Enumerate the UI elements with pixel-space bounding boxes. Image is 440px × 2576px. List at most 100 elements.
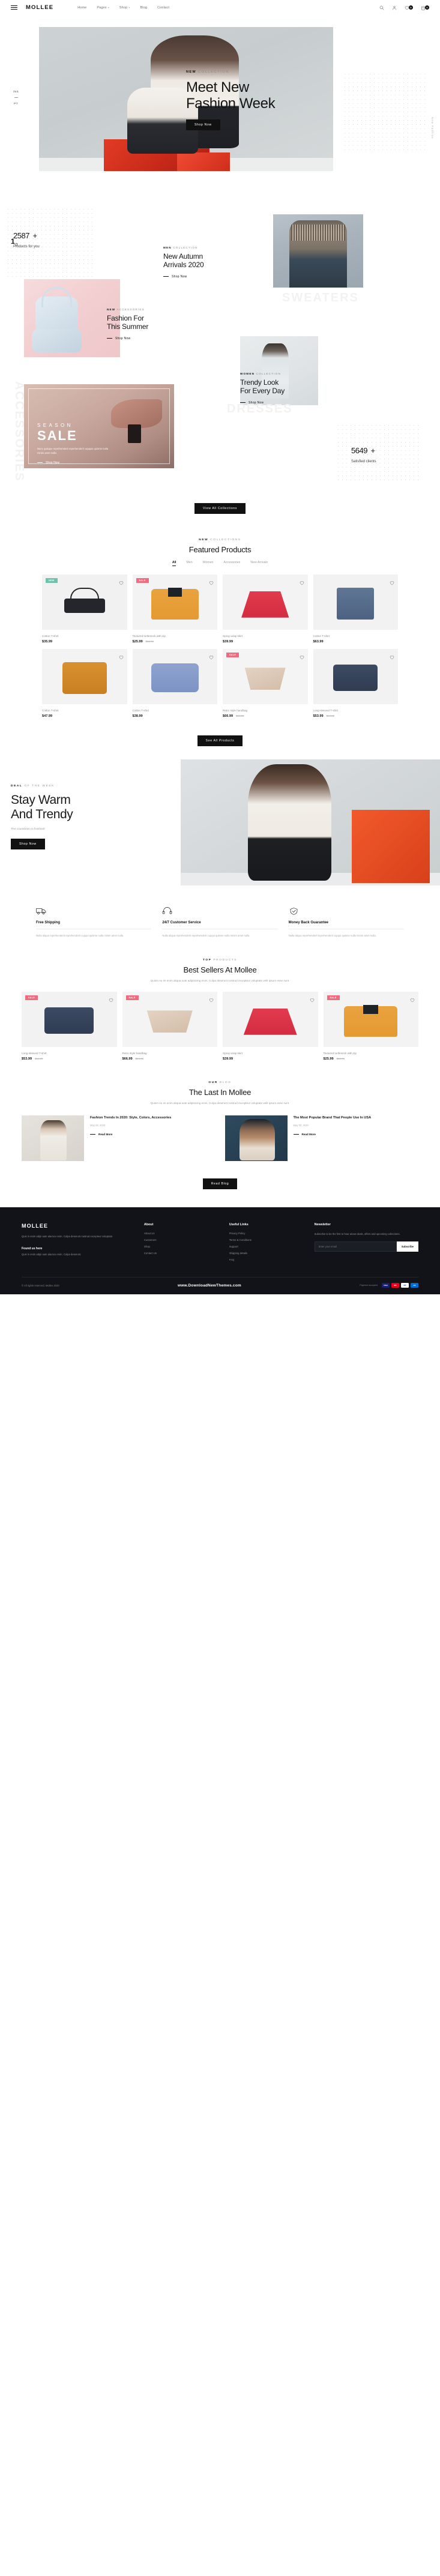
product-name[interactable]: Cotton T-shirt	[42, 635, 127, 638]
footer-link[interactable]: Shop	[144, 1245, 218, 1248]
tab-new-arrivals[interactable]: New Arrivals	[250, 561, 268, 566]
product-thumbnail[interactable]	[313, 575, 398, 630]
footer-link[interactable]: Contact Us	[144, 1252, 218, 1255]
product-name[interactable]: Retro style handbag	[122, 1052, 218, 1055]
product-card[interactable]: SALE Textured turtleneck with zip $25.99 $5…	[132, 575, 218, 644]
product-card[interactable]: Spray wrap skirt $39.99	[223, 992, 318, 1061]
product-name[interactable]: Spray wrap skirt	[223, 635, 308, 638]
blog-desc: Quism eu im enim aliqua aute adipisicing…	[150, 1102, 290, 1105]
product-thumbnail[interactable]: SALE	[323, 992, 418, 1048]
blog-read-more-link[interactable]: Read More	[90, 1133, 171, 1136]
product-thumbnail[interactable]	[313, 649, 398, 704]
product-thumbnail[interactable]	[223, 575, 308, 630]
blog-post-title[interactable]: Fashion Trends In 2020: Style, Colors, A…	[90, 1115, 171, 1120]
tab-all[interactable]: All	[172, 561, 176, 566]
footer-link[interactable]: FAQ	[229, 1258, 304, 1261]
product-name[interactable]: Retro style handbag	[223, 709, 308, 712]
nav-item-home[interactable]: Home	[77, 6, 86, 10]
tab-men[interactable]: Men	[186, 561, 192, 566]
wishlist-heart-icon[interactable]	[300, 652, 304, 660]
nav-item-blog[interactable]: Blog	[140, 6, 148, 10]
blog-post-card[interactable]: Fashion Trends In 2020: Style, Colors, A…	[22, 1115, 215, 1162]
blog-post-title[interactable]: The Most Popular Brand That People Use I…	[294, 1115, 372, 1120]
product-name[interactable]: Textured turtleneck with zip	[133, 635, 218, 638]
product-thumbnail[interactable]: SALE	[132, 575, 217, 630]
footer-logo[interactable]: MOLLEE	[22, 1223, 133, 1229]
footer-link[interactable]: Privacy Policy	[229, 1232, 304, 1235]
product-card[interactable]: NEW Cotton T-shirt $35.99	[42, 575, 127, 644]
wishlist-heart-icon[interactable]	[410, 995, 415, 1003]
wishlist-heart-icon[interactable]	[119, 578, 124, 585]
product-card[interactable]: Spray wrap skirt $39.99	[223, 575, 308, 644]
wishlist-heart-icon[interactable]	[209, 995, 214, 1003]
price-current: $66.99	[122, 1057, 133, 1061]
wishlist-heart-icon[interactable]	[209, 578, 214, 585]
blog-read-more-link[interactable]: Read More	[293, 1133, 372, 1136]
product-name[interactable]: Cotton T-shirt	[133, 709, 218, 712]
season-sale-banner[interactable]: SEASON SALE Nunc quisque reprehenderit r…	[24, 384, 174, 468]
wishlist-heart-icon[interactable]	[310, 995, 315, 1003]
product-thumbnail[interactable]: NEW	[42, 575, 127, 630]
product-name[interactable]: Textured turtleneck with zip	[324, 1052, 419, 1055]
read-blog-button[interactable]: Read Blog	[202, 1178, 238, 1190]
blog-post-card[interactable]: The Most Popular Brand That People Use I…	[225, 1115, 419, 1162]
wishlist-heart-icon[interactable]	[109, 995, 113, 1003]
product-thumbnail[interactable]: SALE	[122, 992, 217, 1048]
nav-item-contact[interactable]: Contact	[157, 6, 169, 10]
product-card[interactable]: SALE Textured turtleneck with zip $25.99 $5…	[323, 992, 419, 1061]
product-name[interactable]: Cotton T-shirt	[313, 635, 399, 638]
nav-item-shop[interactable]: Shop ▾	[119, 6, 130, 10]
footer-link[interactable]: Shipping details	[229, 1252, 304, 1255]
account-icon[interactable]	[392, 5, 397, 10]
product-thumbnail[interactable]	[223, 992, 318, 1048]
wishlist-heart-icon[interactable]	[390, 578, 394, 585]
footer-center-text[interactable]: www.DownloadNewThemes.com	[178, 1283, 241, 1288]
product-thumbnail[interactable]	[42, 649, 127, 704]
product-card[interactable]: Long-sleeved T-shirt $53.99 $64.99	[313, 649, 399, 718]
wishlist-button[interactable]: 0	[405, 5, 413, 10]
category-image-accessories[interactable]	[24, 279, 120, 357]
product-name[interactable]: Cotton T-shirt	[42, 709, 127, 712]
tab-women[interactable]: Women	[203, 561, 214, 566]
hero-social-links: INS PT	[13, 90, 19, 105]
product-card[interactable]: SALE Retro style handbag $66.99 $84.99	[122, 992, 218, 1061]
accessories-shop-now-link[interactable]: Shop Now	[107, 337, 197, 340]
footer-link[interactable]: Terms & Conditions	[229, 1238, 304, 1241]
product-card[interactable]: SALE Retro style handbag $66.99 $84.99	[223, 649, 308, 718]
footer-link[interactable]: Customers	[144, 1238, 218, 1241]
deal-shop-now-button[interactable]: Shop Now	[11, 839, 45, 850]
nav-item-pages[interactable]: Pages ▾	[97, 6, 109, 10]
tab-accessories[interactable]: Accessories	[223, 561, 240, 566]
cart-button[interactable]: 0	[421, 5, 429, 10]
product-name[interactable]: Spray wrap skirt	[223, 1052, 318, 1055]
product-card[interactable]: Cotton T-shirt $38.99	[132, 649, 218, 718]
see-all-products-button[interactable]: See All Products	[197, 735, 243, 746]
category-image-men[interactable]	[273, 214, 363, 288]
wishlist-heart-icon[interactable]	[390, 652, 394, 660]
product-card[interactable]: Cotton T-shirt $63.99	[313, 575, 399, 644]
newsletter-email-input[interactable]	[314, 1241, 397, 1252]
product-thumbnail[interactable]	[132, 649, 217, 704]
wishlist-heart-icon[interactable]	[209, 652, 214, 660]
product-thumbnail[interactable]: SALE	[223, 649, 308, 704]
wishlist-heart-icon[interactable]	[300, 578, 304, 585]
men-shop-now-link[interactable]: Shop Now	[163, 275, 265, 279]
product-card[interactable]: Cotton T-shirt $47.99	[42, 649, 127, 718]
footer-link[interactable]: Support	[229, 1245, 304, 1248]
hero-shop-now-button[interactable]: Shop Now	[186, 119, 220, 131]
product-name[interactable]: Long-sleeved T-shirt	[313, 709, 399, 712]
product-card[interactable]: SALE Long-sleeved T-shirt $53.99 $64.99	[22, 992, 117, 1061]
view-all-collections-button[interactable]: View All Collections	[194, 503, 246, 514]
footer-link[interactable]: About Us	[144, 1232, 218, 1235]
newsletter-subscribe-button[interactable]: Subscribe	[396, 1241, 418, 1252]
social-pinterest-link[interactable]: PT	[14, 102, 18, 105]
product-thumbnail[interactable]: SALE	[22, 992, 117, 1048]
social-instagram-link[interactable]: INS	[13, 90, 19, 93]
hamburger-menu-icon[interactable]	[11, 5, 17, 10]
site-logo[interactable]: MOLLEE	[26, 4, 53, 11]
sale-shop-now-link[interactable]: Shop Now	[37, 461, 109, 465]
wishlist-heart-icon[interactable]	[119, 652, 124, 660]
product-image	[132, 649, 217, 704]
product-name[interactable]: Long-sleeved T-shirt	[22, 1052, 117, 1055]
search-icon[interactable]	[379, 5, 384, 10]
